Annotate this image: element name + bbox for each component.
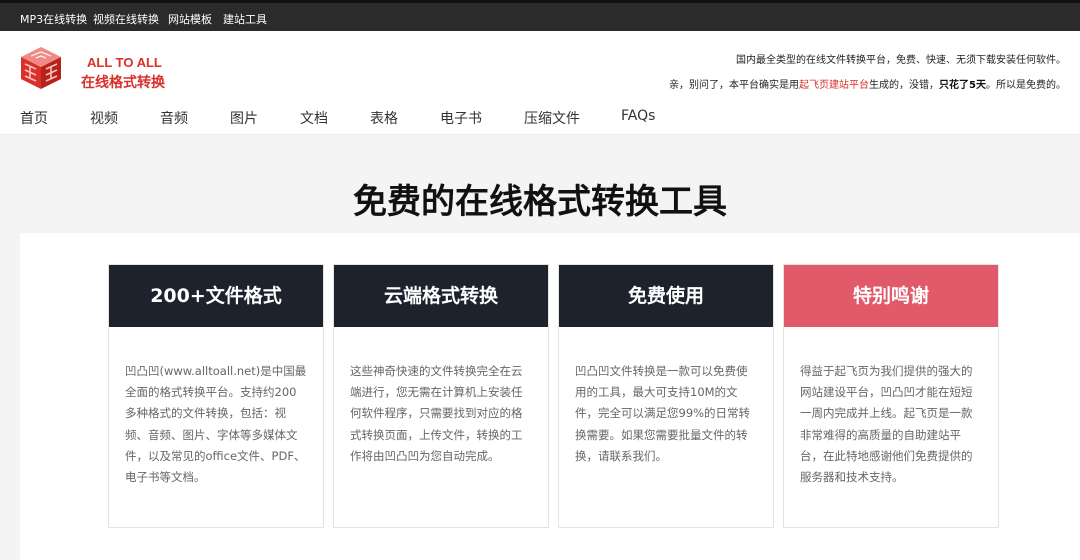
- feature-card-title: 云端格式转换: [334, 265, 548, 327]
- site-header: ALL TO ALL 在线格式转换 国内最全类型的在线文件转换平台，免费、快速、…: [0, 31, 1080, 134]
- brand-name-en[interactable]: ALL TO ALL: [87, 55, 162, 70]
- feature-card-body: 凹凸凹文件转换是一款可以免费使用的工具，最大可支持10M的文件，完全可以满足您9…: [575, 364, 751, 463]
- nav-item-image[interactable]: 图片: [230, 108, 258, 128]
- qifeiye-link[interactable]: 起飞页建站平台: [799, 80, 869, 91]
- nav-item-document[interactable]: 文档: [300, 108, 328, 128]
- nav-item-archive[interactable]: 压缩文件: [524, 108, 580, 128]
- nav-item-home[interactable]: 首页: [20, 108, 48, 128]
- feature-card-title: 特别鸣谢: [784, 265, 998, 327]
- feature-card-cloud: 云端格式转换 这些神奇快速的文件转换完全在云端进行，您无需在计算机上安装任何软件…: [333, 264, 549, 528]
- hero-title: 免费的在线格式转换工具: [353, 182, 727, 222]
- feature-card-title: 200+文件格式: [109, 265, 323, 327]
- feature-card-thanks: 特别鸣谢 得益于起飞页为我们提供的强大的网站建设平台，凹凸凹才能在短短一周内完成…: [783, 264, 999, 528]
- nav-item-spreadsheet[interactable]: 表格: [370, 108, 398, 128]
- tagline-prefix: 亲，别问了，本平台确实是用: [669, 80, 800, 91]
- tagline-primary: 国内最全类型的在线文件转换平台，免费、快速、无须下载安装任何软件。: [736, 55, 1066, 66]
- tagline-mid: 生成的，没错，: [869, 80, 940, 91]
- top-bar: MP3在线转换 视频在线转换 网站模板 建站工具: [0, 0, 1080, 31]
- feature-card-title: 免费使用: [559, 265, 773, 327]
- tagline-bold: 只花了5天: [939, 80, 986, 91]
- tagline-suffix: 。所以是免费的。: [986, 80, 1066, 91]
- nav-item-faqs[interactable]: FAQs: [621, 108, 655, 124]
- topbar-link-templates[interactable]: 网站模板: [168, 11, 212, 27]
- cube-logo-icon[interactable]: [18, 45, 64, 91]
- feature-card-body: 这些神奇快速的文件转换完全在云端进行，您无需在计算机上安装任何软件程序，只需要找…: [350, 364, 523, 463]
- feature-card-body: 凹凸凹(www.alltoall.net)是中国最全面的格式转换平台。支持约20…: [125, 364, 307, 485]
- topbar-link-mp3[interactable]: MP3在线转换: [20, 11, 87, 27]
- brand-name-cn[interactable]: 在线格式转换: [81, 72, 165, 92]
- nav-item-audio[interactable]: 音频: [160, 108, 188, 128]
- nav-item-ebook[interactable]: 电子书: [440, 108, 482, 128]
- feature-card-body: 得益于起飞页为我们提供的强大的网站建设平台，凹凸凹才能在短短一周内完成并上线。起…: [800, 364, 973, 485]
- nav-item-video[interactable]: 视频: [90, 108, 118, 128]
- topbar-link-tools[interactable]: 建站工具: [223, 11, 267, 27]
- tagline-secondary: 亲，别问了，本平台确实是用起飞页建站平台生成的，没错，只花了5天。所以是免费的。: [669, 76, 1066, 91]
- topbar-link-video[interactable]: 视频在线转换: [93, 11, 159, 27]
- header-divider: [0, 134, 1080, 135]
- feature-card-formats: 200+文件格式 凹凸凹(www.alltoall.net)是中国最全面的格式转…: [108, 264, 324, 528]
- feature-card-free: 免费使用 凹凸凹文件转换是一款可以免费使用的工具，最大可支持10M的文件，完全可…: [558, 264, 774, 528]
